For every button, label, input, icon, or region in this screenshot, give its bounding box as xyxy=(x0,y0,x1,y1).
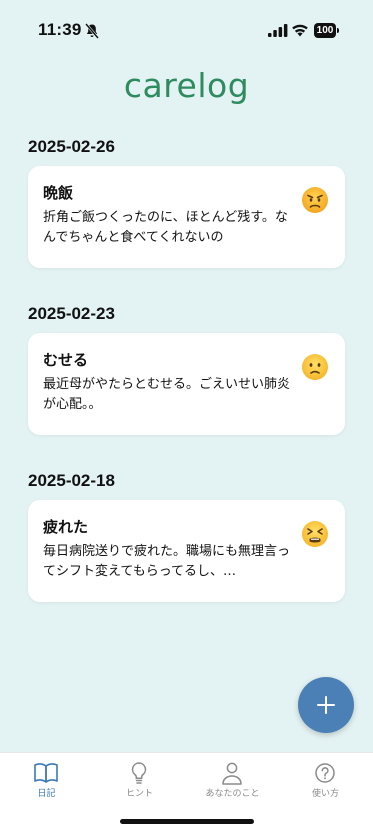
entry-date: 2025-02-18 xyxy=(28,471,115,490)
entry-date: 2025-02-26 xyxy=(28,137,115,156)
book-icon xyxy=(34,763,58,783)
battery-level: 100 xyxy=(314,23,336,38)
status-bar: 11:39 100 xyxy=(0,0,373,60)
plus-icon xyxy=(317,696,335,714)
entry-body: 折角ご飯つくったのに、ほとんど残す。なんでちゃんと食べてくれないの xyxy=(43,210,288,245)
entry-body: 最近母がやたらとむせる。ごえいせい肺炎が心配。。 xyxy=(43,377,291,412)
help-icon xyxy=(315,763,335,783)
tab-label: あなたのこと xyxy=(205,789,260,799)
tired-face-icon xyxy=(302,521,328,547)
entry-title: 疲れた xyxy=(43,518,89,536)
home-indicator xyxy=(120,819,254,824)
entry-title: 晩飯 xyxy=(43,184,74,202)
battery-tip xyxy=(337,28,339,33)
worried-face-icon xyxy=(302,354,328,380)
tab-about-you[interactable]: あなたのこと xyxy=(186,753,279,805)
diary-entry-card[interactable]: 疲れた 毎日病院送りで疲れた。職場にも無理言ってシフト変えてもらってるし、… xyxy=(28,500,345,602)
tab-label: 日記 xyxy=(37,789,56,799)
status-time: 11:39 xyxy=(38,20,82,39)
tab-label: 使い方 xyxy=(311,789,339,799)
app-title: carelog xyxy=(123,66,250,105)
entry-title: むせる xyxy=(43,351,89,369)
entry-date: 2025-02-23 xyxy=(28,304,115,323)
lightbulb-icon xyxy=(131,762,147,784)
diary-entry-card[interactable]: むせる 最近母がやたらとむせる。ごえいせい肺炎が心配。。 xyxy=(28,333,345,435)
tab-how-to-use[interactable]: 使い方 xyxy=(279,753,372,805)
wifi-icon xyxy=(292,24,308,37)
battery-indicator: 100 xyxy=(314,23,340,38)
tab-diary[interactable]: 日記 xyxy=(0,753,93,805)
add-entry-button[interactable] xyxy=(298,677,354,733)
entry-body: 毎日病院送りで疲れた。職場にも無理言ってシフト変えてもらってるし、… xyxy=(43,544,291,579)
tab-hints[interactable]: ヒント xyxy=(93,753,186,805)
person-icon xyxy=(222,762,242,785)
angry-face-icon xyxy=(302,187,328,213)
diary-entry-card[interactable]: 晩飯 折角ご飯つくったのに、ほとんど残す。なんでちゃんと食べてくれないの xyxy=(28,166,345,268)
cellular-signal-icon xyxy=(268,24,288,37)
tab-label: ヒント xyxy=(125,789,153,799)
bell-slash-icon xyxy=(85,23,99,39)
